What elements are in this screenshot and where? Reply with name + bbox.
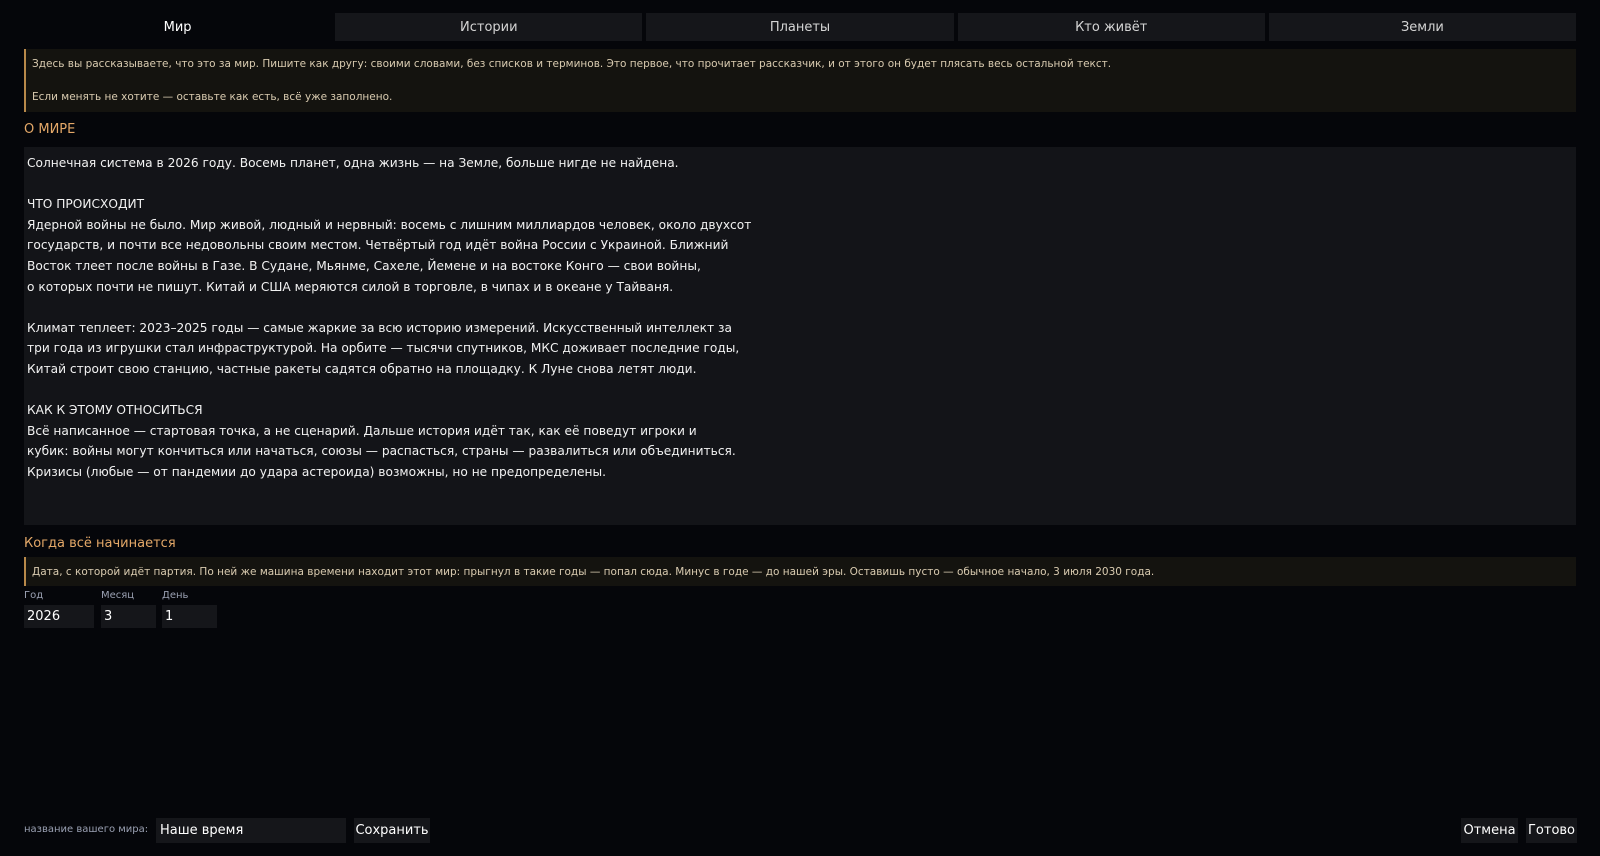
world-name-input[interactable]: Наше время [156, 818, 346, 843]
done-button[interactable]: Готово [1526, 818, 1577, 843]
tab-inhabitants[interactable]: Кто живёт [957, 13, 1265, 41]
tab-stories[interactable]: Истории [335, 13, 643, 41]
start-date-hint-text: Дата, с которой идёт партия. По ней же м… [32, 565, 1155, 578]
month-label: Месяц [101, 590, 135, 601]
about-section-title: О МИРЕ [24, 122, 76, 137]
tab-planets[interactable]: Планеты [646, 13, 954, 41]
cancel-button[interactable]: Отмена [1461, 818, 1518, 843]
month-input[interactable]: 3 [101, 605, 156, 628]
year-input[interactable]: 2026 [24, 605, 94, 628]
tab-lands[interactable]: Земли [1268, 13, 1577, 41]
intro-hint: Здесь вы рассказываете, что это за мир. … [24, 49, 1576, 112]
day-label: День [162, 590, 189, 601]
start-section-title: Когда всё начинается [24, 536, 176, 551]
tab-world[interactable]: Мир [24, 13, 332, 41]
intro-hint-line1: Здесь вы рассказываете, что это за мир. … [32, 58, 1112, 70]
tab-bar: Мир Истории Планеты Кто живёт Земли [24, 13, 1577, 41]
save-button[interactable]: Сохранить [354, 818, 430, 843]
world-name-label: название вашего мира: [24, 824, 149, 835]
intro-hint-line2: Если менять не хотите — оставьте как ест… [32, 91, 393, 103]
year-label: Год [24, 590, 44, 601]
world-description-textarea[interactable]: Солнечная система в 2026 году. Восемь пл… [24, 147, 1576, 525]
day-input[interactable]: 1 [162, 605, 217, 628]
start-date-hint: Дата, с которой идёт партия. По ней же м… [24, 557, 1576, 586]
